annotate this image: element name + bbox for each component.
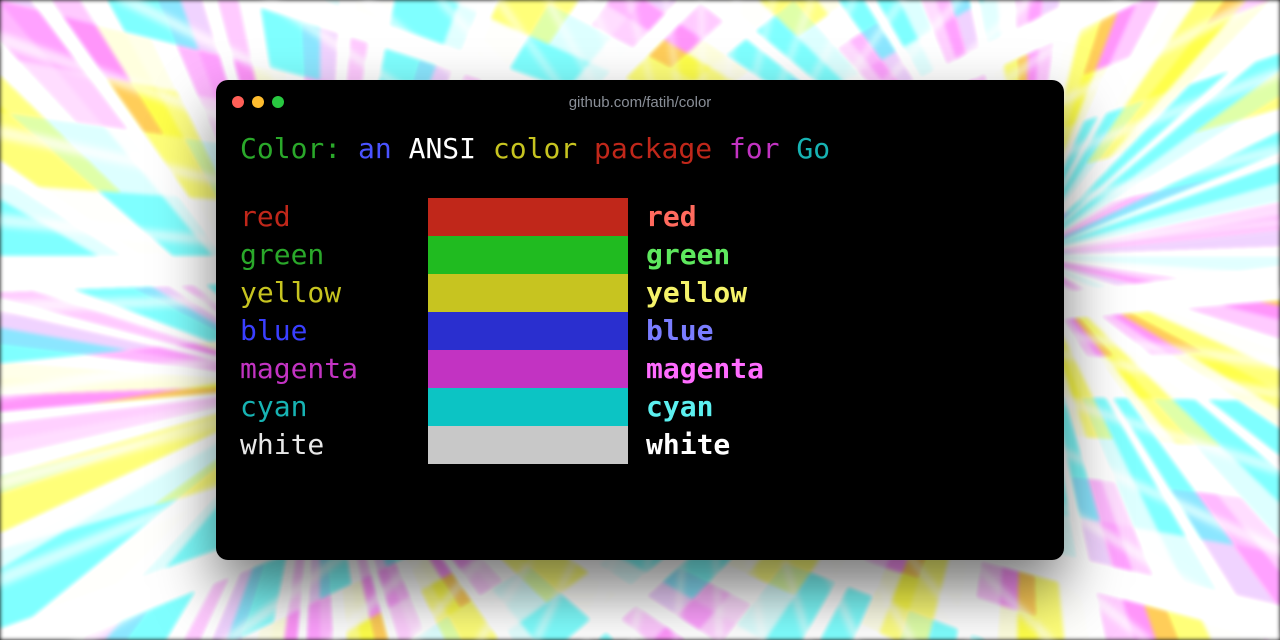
color-bold-white: white xyxy=(646,426,856,464)
color-bold-green: green xyxy=(646,236,856,274)
headline-word-3 xyxy=(392,132,409,165)
color-swatch-red xyxy=(428,198,628,236)
color-label-red: red xyxy=(240,198,410,236)
zoom-icon[interactable] xyxy=(272,96,284,108)
headline-word-9 xyxy=(712,132,729,165)
headline: Color: an ANSI color package for Go xyxy=(240,130,1040,168)
traffic-lights xyxy=(232,96,284,108)
headline-word-8: package xyxy=(594,132,712,165)
color-swatch-magenta xyxy=(428,350,628,388)
color-label-cyan: cyan xyxy=(240,388,410,426)
headline-word-4: ANSI xyxy=(409,132,476,165)
titlebar: github.com/fatih/color xyxy=(216,80,1064,124)
headline-word-6: color xyxy=(493,132,577,165)
color-bold-cyan: cyan xyxy=(646,388,856,426)
color-swatch-green xyxy=(428,236,628,274)
headline-word-1 xyxy=(341,132,358,165)
terminal-body: Color: an ANSI color package for Go red r… xyxy=(216,124,1064,484)
color-swatch-white xyxy=(428,426,628,464)
color-bold-magenta: magenta xyxy=(646,350,856,388)
minimize-icon[interactable] xyxy=(252,96,264,108)
color-swatch-yellow xyxy=(428,274,628,312)
color-bold-red: red xyxy=(646,198,856,236)
window-title: github.com/fatih/color xyxy=(216,94,1064,111)
headline-word-2: an xyxy=(358,132,392,165)
color-swatch-cyan xyxy=(428,388,628,426)
headline-word-11 xyxy=(780,132,797,165)
color-label-magenta: magenta xyxy=(240,350,410,388)
close-icon[interactable] xyxy=(232,96,244,108)
terminal-window: github.com/fatih/color Color: an ANSI co… xyxy=(216,80,1064,560)
headline-word-12: Go xyxy=(796,132,830,165)
color-grid: redredgreengreenyellowyellowbluebluemage… xyxy=(240,198,1040,464)
color-label-green: green xyxy=(240,236,410,274)
color-label-white: white xyxy=(240,426,410,464)
color-bold-yellow: yellow xyxy=(646,274,856,312)
headline-word-0: Color: xyxy=(240,132,341,165)
color-swatch-blue xyxy=(428,312,628,350)
color-label-yellow: yellow xyxy=(240,274,410,312)
color-bold-blue: blue xyxy=(646,312,856,350)
headline-word-5 xyxy=(476,132,493,165)
headline-word-7 xyxy=(577,132,594,165)
headline-word-10: for xyxy=(729,132,780,165)
color-label-blue: blue xyxy=(240,312,410,350)
